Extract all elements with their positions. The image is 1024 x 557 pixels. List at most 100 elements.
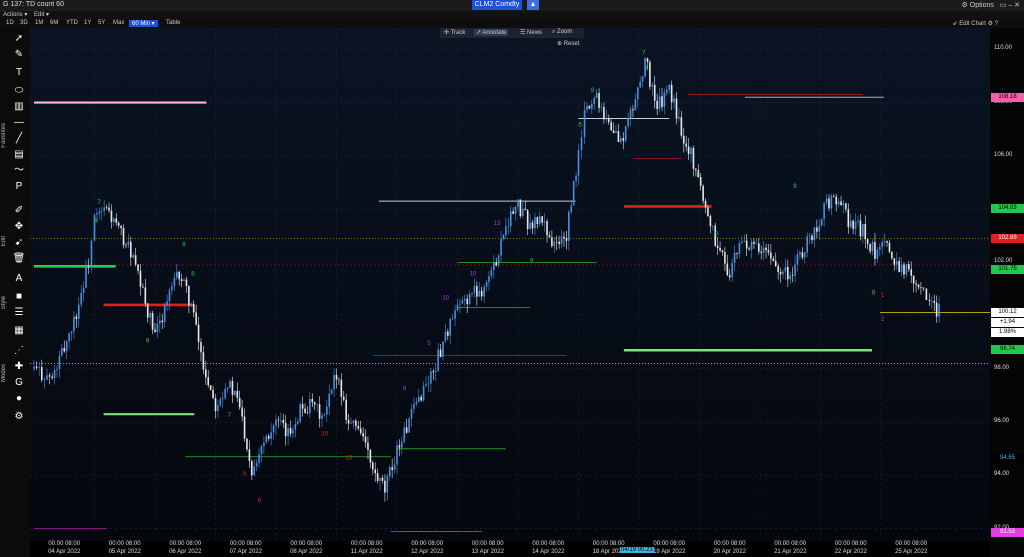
candle-body bbox=[690, 147, 692, 155]
candle-body bbox=[497, 255, 500, 266]
date-axis[interactable]: 00:00 08:00 04 Apr 2022 00:00 08:00 05 Apr … bbox=[30, 541, 990, 557]
candle-body bbox=[558, 241, 560, 245]
interval-select[interactable]: 60 Min ▾ bbox=[129, 20, 158, 27]
news-button[interactable]: ☰ News bbox=[520, 29, 542, 36]
td-count-marker: 6 bbox=[645, 67, 649, 73]
price-chart[interactable]: 7 9 9 8 9 7 4 6 13 10 8 5 10 10 13 9 9 5 7 6 8 9 9 8 2 1 bbox=[30, 28, 990, 542]
pointer-icon[interactable]: ➚ bbox=[12, 32, 26, 45]
time-tick: 00:00 08:00 bbox=[834, 541, 867, 547]
candle-body bbox=[748, 248, 750, 250]
edit-menu[interactable]: Edit ▾ bbox=[34, 11, 49, 18]
td-count-marker: 6 bbox=[258, 498, 262, 504]
crosshair-icon[interactable]: ⋰ bbox=[12, 344, 26, 357]
candle-body bbox=[699, 176, 702, 186]
channel-icon[interactable]: ▤ bbox=[12, 148, 26, 161]
td-count-marker: 9 bbox=[591, 88, 595, 94]
gear-icon[interactable]: ⚙ bbox=[12, 410, 26, 423]
polyline-icon[interactable]: 〜 bbox=[12, 164, 26, 177]
candle-body bbox=[490, 269, 493, 277]
ticker-up-icon[interactable]: ▲ bbox=[527, 0, 539, 10]
candle-body bbox=[745, 240, 748, 249]
date-tick: 05 Apr 2022 bbox=[108, 549, 141, 555]
candle-body bbox=[156, 323, 159, 332]
candle-body bbox=[624, 126, 627, 141]
candle-body bbox=[166, 301, 168, 305]
fib-icon[interactable]: ▥ bbox=[12, 100, 26, 113]
candle-body bbox=[56, 369, 58, 371]
p-icon[interactable]: P bbox=[12, 180, 26, 193]
candle-body bbox=[731, 262, 733, 278]
candle-body bbox=[326, 406, 328, 415]
ticker-field[interactable]: CLM2 Comdty bbox=[472, 0, 522, 10]
zoom-button[interactable]: ⌕ Zoom bbox=[552, 29, 572, 36]
candle-body bbox=[243, 416, 246, 439]
table-button[interactable]: Table bbox=[166, 20, 180, 26]
window-title: G 137: TD count 60 bbox=[3, 1, 64, 8]
style-label: Style bbox=[1, 296, 7, 310]
ellipse-icon[interactable]: ⬭ bbox=[12, 84, 26, 97]
window-controls[interactable]: ⚙ Options ▭ – ✕ bbox=[962, 1, 1020, 9]
candle-body bbox=[649, 61, 651, 87]
fill-icon[interactable]: ■ bbox=[12, 290, 26, 303]
trash-icon[interactable]: 🗑 bbox=[12, 252, 26, 265]
candle-body bbox=[502, 235, 505, 240]
annotate-button[interactable]: ↗ Annotate bbox=[474, 29, 509, 36]
reset-button[interactable]: ⊕ Reset bbox=[557, 40, 579, 47]
candle-body bbox=[175, 271, 178, 278]
color-icon[interactable]: ● bbox=[12, 392, 26, 405]
td-count-marker: 7 bbox=[642, 51, 646, 57]
candle-body bbox=[687, 146, 690, 155]
candle-body bbox=[685, 143, 687, 147]
options-button[interactable]: ⚙ Options bbox=[962, 2, 994, 9]
magnet-icon[interactable]: G bbox=[12, 376, 26, 389]
candle-body bbox=[352, 420, 355, 424]
candle-body bbox=[35, 366, 38, 368]
period-5y[interactable]: 5Y bbox=[98, 20, 105, 26]
move-icon[interactable]: ✥ bbox=[12, 220, 26, 233]
period-3d[interactable]: 3D bbox=[20, 20, 28, 26]
window-buttons[interactable]: ▭ – ✕ bbox=[1000, 2, 1020, 9]
snap-icon[interactable]: ✚ bbox=[12, 360, 26, 373]
actions-menu[interactable]: Actions ▾ bbox=[3, 11, 27, 18]
line-style-icon[interactable]: ☰ bbox=[12, 306, 26, 319]
td-count-marker: 10 bbox=[470, 272, 477, 278]
candle-body bbox=[214, 398, 217, 412]
td-count-marker: 13 bbox=[494, 221, 501, 227]
candle-body bbox=[680, 117, 683, 136]
candle-body bbox=[893, 258, 896, 265]
text-icon[interactable]: T bbox=[12, 66, 26, 79]
candle-body bbox=[728, 275, 731, 278]
candle-body bbox=[881, 242, 884, 248]
candle-body bbox=[500, 239, 502, 256]
candle-body bbox=[849, 220, 852, 228]
trendline-icon[interactable]: ╱ bbox=[12, 132, 26, 145]
candle-body bbox=[755, 243, 758, 245]
candle-body bbox=[670, 84, 673, 103]
hline-icon[interactable]: — bbox=[12, 116, 26, 129]
price-tag: +1.94 bbox=[991, 317, 1024, 327]
candle-body bbox=[408, 418, 410, 433]
cursor-icon[interactable]: ➹ bbox=[12, 236, 26, 249]
candle-body bbox=[449, 318, 452, 336]
period-6m[interactable]: 6M bbox=[50, 20, 58, 26]
period-max[interactable]: Max bbox=[113, 20, 124, 26]
pencil-icon[interactable]: ✎ bbox=[12, 48, 26, 61]
edit-chart-button[interactable]: ⇙ Edit Chart ⚙ ? bbox=[953, 20, 998, 27]
candle-body bbox=[289, 428, 292, 434]
price-axis[interactable]: 110.00108.00106.00104.00102.00100.0098.0… bbox=[990, 28, 1024, 557]
layers-icon[interactable]: ▦ bbox=[12, 324, 26, 337]
price-tick: 94.00 bbox=[994, 471, 1010, 478]
candle-body bbox=[551, 237, 553, 247]
period-1m[interactable]: 1M bbox=[35, 20, 43, 26]
candle-body bbox=[466, 298, 468, 305]
candle-body bbox=[760, 251, 763, 253]
period-ytd[interactable]: YTD bbox=[66, 20, 78, 26]
track-button[interactable]: ✣ Track bbox=[444, 29, 465, 36]
font-icon[interactable]: A bbox=[12, 272, 26, 285]
candle-body bbox=[607, 118, 610, 123]
brush-icon[interactable]: ✐ bbox=[12, 204, 26, 217]
period-1d[interactable]: 1D bbox=[6, 20, 14, 26]
td-count-marker: 9 bbox=[95, 218, 99, 224]
period-1y[interactable]: 1Y bbox=[84, 20, 91, 26]
candle-body bbox=[137, 264, 139, 271]
